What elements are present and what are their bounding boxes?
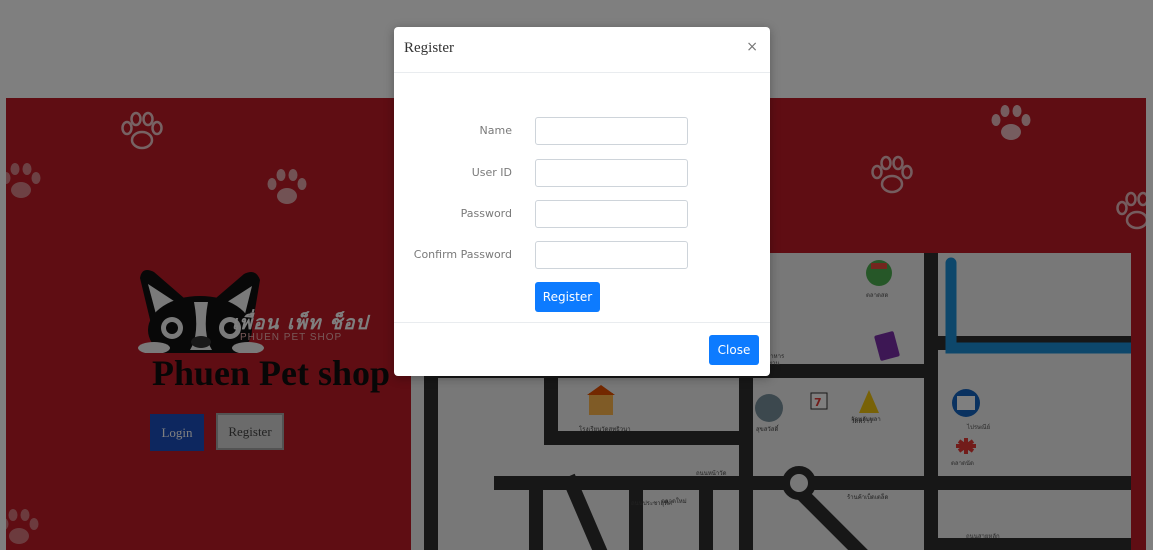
user-id-label: User ID: [471, 166, 512, 179]
close-button[interactable]: Close: [709, 335, 759, 365]
register-modal: Register × Name User ID Password Confirm…: [394, 27, 770, 376]
name-input[interactable]: [535, 117, 688, 145]
modal-footer: Close: [394, 322, 770, 377]
register-submit-button[interactable]: Register: [535, 282, 600, 312]
modal-title: Register: [404, 40, 454, 56]
user-id-input[interactable]: [535, 159, 688, 187]
password-label: Password: [460, 207, 512, 220]
name-label: Name: [479, 124, 512, 137]
password-input[interactable]: [535, 200, 688, 228]
close-icon[interactable]: ×: [746, 39, 758, 55]
modal-header: Register ×: [394, 27, 770, 73]
confirm-password-label: Confirm Password: [413, 248, 512, 261]
confirm-password-input[interactable]: [535, 241, 688, 269]
